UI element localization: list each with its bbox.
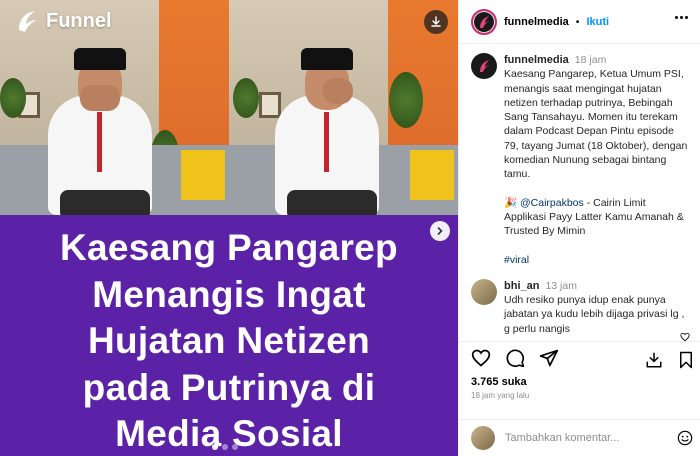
carousel-dot — [212, 444, 218, 450]
caption-text: Kaesang Pangarep, Ketua Umum PSI, menang… — [504, 68, 688, 181]
download-button[interactable] — [424, 10, 448, 34]
brand-name: Funnel — [46, 9, 112, 32]
follow-button[interactable]: Ikuti — [586, 16, 609, 28]
post-header: funnelmedia • Ikuti — [459, 0, 700, 44]
commenter-avatar[interactable] — [471, 278, 497, 305]
carousel-dot — [222, 444, 228, 450]
caption-username[interactable]: funnelmedia — [504, 54, 569, 66]
author-avatar[interactable] — [471, 8, 497, 35]
funnel-logo: Funnel — [14, 8, 112, 34]
current-user-avatar — [471, 426, 495, 450]
comment-icon[interactable] — [505, 348, 525, 371]
party-emoji-icon: 🎉 — [504, 196, 518, 209]
caption-avatar[interactable] — [471, 53, 497, 79]
commenter-username[interactable]: bhi_an — [504, 280, 539, 292]
bookmark-icon[interactable] — [677, 351, 695, 372]
person-figure — [40, 40, 160, 215]
author-username[interactable]: funnelmedia — [504, 16, 569, 28]
headline-text: Kaesang Pangarep Menangis Ingat Hujatan … — [60, 227, 398, 454]
instagram-post-view: Funnel Kaesang Pangarep Menangis Ingat H… — [0, 0, 700, 456]
comment-item: bhi_an 13 jam Udh resiko punya idup enak … — [471, 278, 689, 336]
share-icon[interactable] — [539, 348, 559, 371]
funnel-mark-icon — [14, 8, 40, 34]
caption-time: 18 jam — [574, 54, 607, 66]
comments-section[interactable]: funnelmedia 18 jam Kaesang Pangarep, Ketu… — [459, 45, 700, 341]
post-media[interactable]: Funnel Kaesang Pangarep Menangis Ingat H… — [0, 0, 458, 456]
download-icon — [431, 16, 441, 27]
add-comment-bar — [459, 419, 700, 456]
carousel-dot — [232, 444, 238, 450]
chevron-right-icon — [437, 227, 443, 235]
more-options-icon[interactable] — [675, 16, 688, 19]
separator-dot: • — [575, 15, 580, 28]
heart-icon[interactable] — [471, 348, 491, 371]
emoji-icon[interactable] — [677, 430, 693, 449]
photo-right — [229, 0, 458, 215]
save-to-device-icon[interactable] — [645, 351, 663, 372]
posted-time: 18 jam yang lalu — [471, 391, 530, 400]
hashtag-link[interactable]: #viral — [504, 253, 689, 267]
carousel-dots — [212, 444, 238, 450]
carousel-next-button[interactable] — [430, 221, 450, 241]
comment-text: Udh resiko punya idup enak punya jabatan… — [504, 294, 685, 335]
action-bar — [459, 341, 700, 376]
headline-banner: Kaesang Pangarep Menangis Ingat Hujatan … — [0, 215, 458, 456]
promo-line: 🎉 @Cairpakbos - Cairin Limit Applikasi P… — [504, 196, 689, 239]
comment-time: 13 jam — [545, 279, 577, 292]
comment-input[interactable] — [505, 432, 675, 444]
person-figure — [267, 40, 387, 215]
likes-count[interactable]: 3.765 suka — [471, 376, 527, 388]
promo-mention-link[interactable]: @Cairpakbos — [520, 197, 584, 209]
caption: funnelmedia 18 jam Kaesang Pangarep, Ketu… — [471, 53, 689, 267]
post-panel: funnelmedia • Ikuti funnelmedia 18 jam Ka… — [458, 0, 700, 456]
